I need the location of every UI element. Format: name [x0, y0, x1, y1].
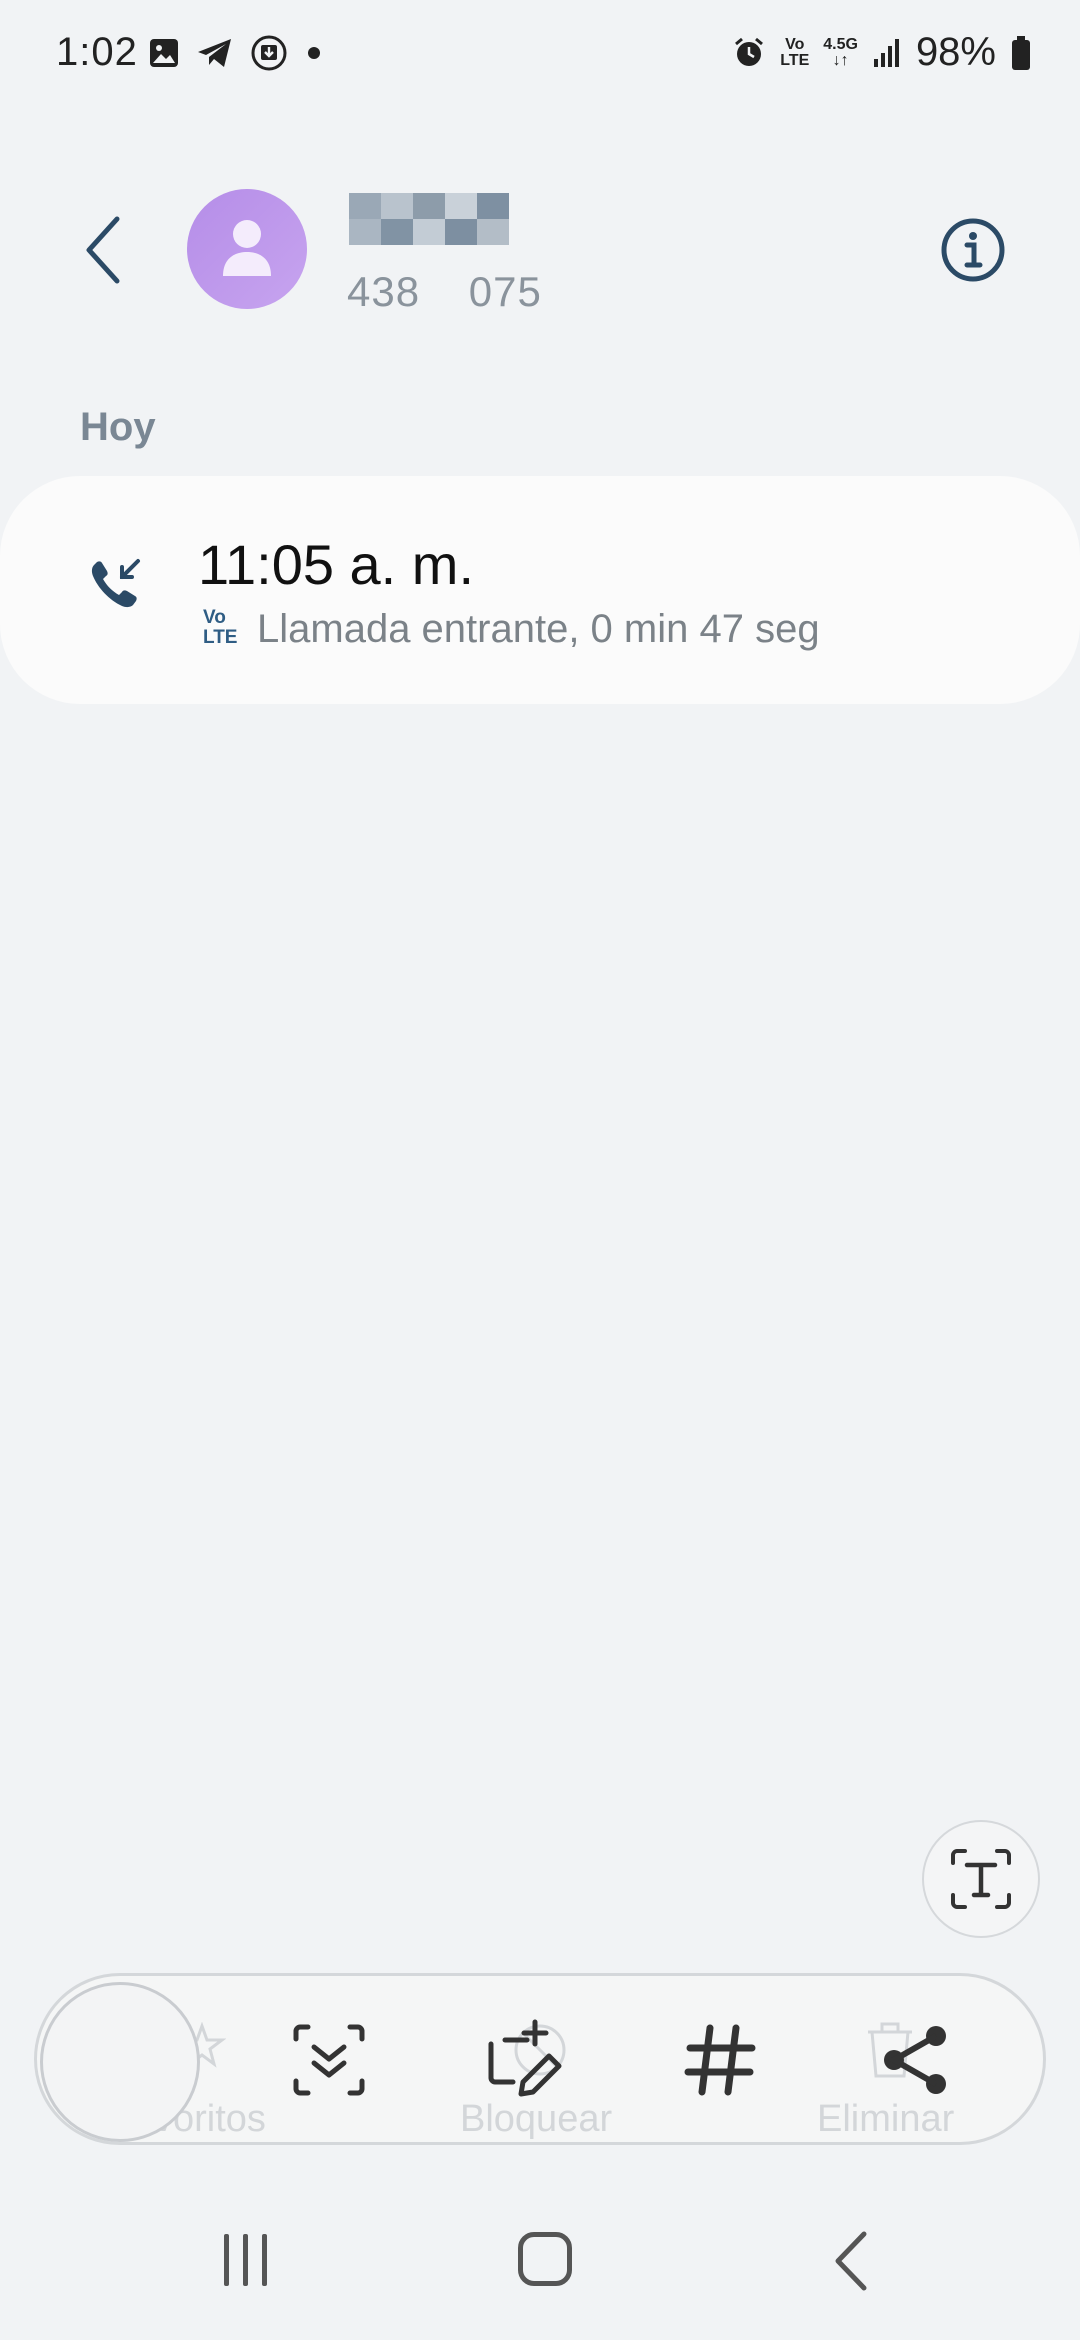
volte-badge-bottom: LTE [203, 627, 238, 648]
download-circle-icon [251, 35, 287, 71]
chevron-left-icon [86, 216, 120, 284]
incoming-call-icon [86, 555, 146, 615]
volte-badge: Vo LTE [203, 608, 243, 648]
network-type-label: 4.5G [823, 35, 858, 53]
network-type-icon: 4.5G ↓↑ [823, 35, 858, 69]
signal-icon [873, 38, 899, 67]
contact-number: 438 075 [347, 268, 542, 315]
person-icon [223, 220, 271, 276]
volte-badge-top: Vo [203, 607, 226, 628]
recents-bar [242, 2234, 248, 2286]
avatar[interactable] [187, 189, 307, 309]
info-icon [941, 218, 1005, 282]
chevron-left-icon [835, 2231, 867, 2291]
back-button[interactable] [68, 205, 138, 295]
scroll-capture-icon [293, 2024, 365, 2096]
alarm-icon [735, 37, 764, 66]
recents-bar [261, 2234, 267, 2286]
crop-edit-icon [488, 2019, 562, 2097]
gallery-icon [150, 39, 178, 67]
share-icon [884, 2026, 946, 2094]
battery-icon [1012, 35, 1030, 70]
system-status-icons: Vo LTE 4.5G ↓↑ 98% [732, 30, 1032, 75]
floating-circle-handle[interactable] [40, 1982, 200, 2142]
nav-recents-button[interactable] [215, 2234, 275, 2290]
nav-back-button[interactable] [820, 2228, 880, 2294]
delete-label: Eliminar [817, 2098, 955, 2140]
block-label: Bloquear [460, 2098, 613, 2140]
telegram-icon [198, 39, 231, 67]
dot-icon [308, 47, 320, 59]
volte-top-label: Vo [785, 35, 805, 53]
text-extract-button[interactable] [922, 1820, 1040, 1938]
nav-home-button[interactable] [518, 2232, 572, 2286]
hashtag-icon [684, 2024, 756, 2096]
recents-bar [223, 2234, 229, 2286]
call-time: 11:05 a. m. [198, 533, 475, 596]
battery-percent: 98% [915, 30, 996, 74]
draw-on-screenshot-button[interactable] [480, 2019, 570, 2100]
share-button[interactable] [870, 2020, 960, 2100]
status-time: 1:02 [56, 30, 138, 74]
notification-icons [148, 34, 324, 72]
status-bar: 1:02 Vo LTE 4.5G ↓↑ 98% [0, 0, 1080, 110]
volte-status-icon: Vo LTE [780, 35, 810, 69]
info-button[interactable] [938, 215, 1008, 285]
text-scan-icon [951, 1849, 1011, 1909]
call-detail: Llamada entrante, 0 min 47 seg [257, 607, 820, 651]
call-log-item[interactable] [0, 476, 1080, 704]
smart-select-button[interactable] [284, 2020, 374, 2100]
tag-button[interactable] [675, 2020, 765, 2100]
contact-name-redacted [349, 193, 509, 245]
volte-bottom-label: LTE [780, 51, 810, 69]
data-arrows-icon: ↓↑ [832, 51, 849, 69]
screen: 1:02 Vo LTE 4.5G ↓↑ 98% 438 075 Hoy 11:0… [0, 0, 1080, 2340]
section-label-today: Hoy [80, 405, 156, 449]
